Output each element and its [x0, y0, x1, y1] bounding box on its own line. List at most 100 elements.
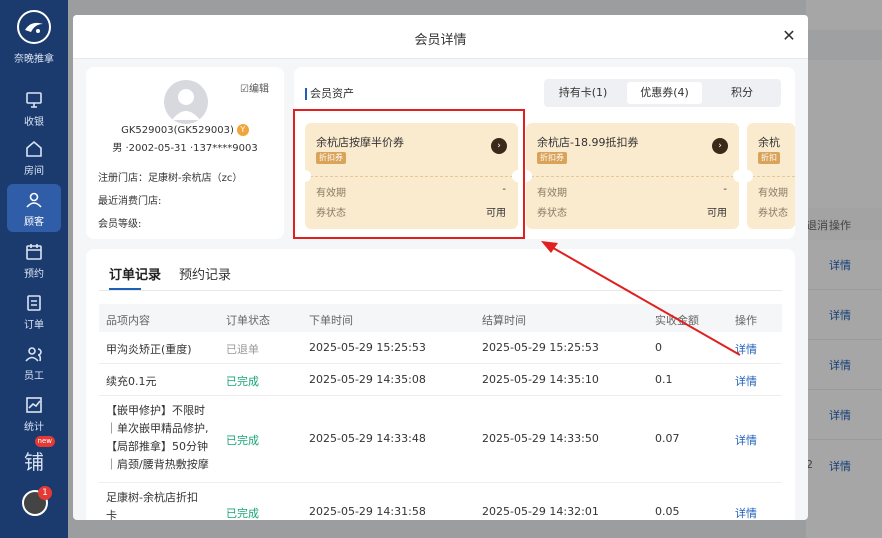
tab-order-records[interactable]: 订单记录 — [109, 264, 161, 283]
annotation-highlight-box — [293, 109, 525, 239]
coupon-notch — [747, 170, 753, 182]
brand: 奈晚推拿 — [0, 10, 68, 65]
cell-status: 已完成 — [226, 434, 259, 447]
item-line: ｜肩颈/腰背热敷按摩 — [106, 458, 209, 471]
col-order-time: 下单时间 — [309, 314, 353, 327]
item-line: 【局部推拿】50分钟 — [106, 440, 208, 453]
orders-table-header: 品项内容 订单状态 下单时间 结算时间 实收金额 操作 — [99, 304, 782, 332]
avatar — [164, 80, 208, 124]
table-row: 足康树-余杭店折扣 卡 已完成 2025-05-29 14:31:58 2025… — [99, 483, 782, 520]
cell-item: 甲沟炎矫正(重度) — [106, 343, 192, 356]
member-id: GK529003(GK529003) Y — [86, 124, 284, 136]
coupon-status-value: 可用 — [707, 208, 727, 219]
detail-link[interactable]: 详情 — [735, 432, 757, 448]
new-badge: new — [34, 436, 55, 447]
nav-item-customers[interactable]: 顾客 — [7, 184, 61, 232]
col-settle-time: 结算时间 — [482, 314, 526, 327]
modal-header: 会员详情 ✕ — [73, 15, 808, 59]
assets-title: 会员资产 — [305, 88, 354, 100]
cell-item: 足康树-余杭店折扣 卡 — [106, 489, 198, 520]
chart-icon — [26, 397, 42, 413]
item-line: ｜单次嵌甲精品修护, — [106, 422, 209, 435]
monitor-icon — [26, 92, 42, 108]
close-icon[interactable]: ✕ — [780, 27, 798, 45]
coupon-tag: 折扣券 — [537, 152, 567, 164]
coupon-name: 余杭 — [758, 136, 780, 149]
coupon-notch — [733, 170, 739, 182]
col-action: 操作 — [735, 314, 757, 327]
col-amount: 实收金额 — [655, 314, 699, 327]
chevron-right-icon[interactable]: › — [712, 138, 728, 154]
item-line: 卡 — [106, 509, 117, 520]
table-row: 【嵌甲修护】不限时 ｜单次嵌甲精品修护, 【局部推拿】50分钟 ｜肩颈/腰背热敷… — [99, 396, 782, 483]
cell-amount: 0 — [655, 341, 662, 354]
cell-order-time: 2025-05-29 14:35:08 — [309, 373, 426, 386]
detail-link[interactable]: 详情 — [735, 341, 757, 357]
nav-item-statistics[interactable]: 统计 — [7, 389, 61, 437]
user-avatar[interactable]: 1 — [22, 486, 52, 516]
nav-item-reservations[interactable]: 预约 — [7, 236, 61, 284]
item-line: 足康树-余杭店折扣 — [106, 491, 198, 504]
cell-order-time: 2025-05-29 14:33:48 — [309, 432, 426, 445]
nav-label: 顾客 — [24, 217, 44, 228]
nav-item-cashier[interactable]: 收银 — [7, 84, 61, 132]
tab-reservation-records[interactable]: 预约记录 — [179, 264, 231, 283]
member-id-text: GK529003(GK529003) — [121, 125, 234, 136]
coupon-divider — [747, 176, 795, 177]
notification-count-badge: 1 — [38, 486, 52, 500]
nav-label: 订单 — [24, 320, 44, 331]
tab-points[interactable]: 积分 — [708, 82, 776, 104]
member-info-card: ☑编辑 GK529003(GK529003) Y 男 ·2002-05-31 ·1… — [86, 67, 284, 239]
edit-button[interactable]: ☑编辑 — [240, 80, 269, 95]
tab-divider — [99, 290, 782, 291]
cell-amount: 0.1 — [655, 373, 673, 386]
vip-badge-icon: Y — [236, 124, 249, 136]
modal-title: 会员详情 — [414, 33, 467, 48]
coupon-status-label: 券状态 — [758, 208, 788, 219]
cell-order-time: 2025-05-29 15:25:53 — [309, 341, 426, 354]
table-row: 续充0.1元 已完成 2025-05-29 14:35:08 2025-05-2… — [99, 364, 782, 396]
cell-status: 已完成 — [226, 507, 259, 520]
coupon-card[interactable]: 余杭店-18.99抵扣券 折扣券 › 有效期 - 券状态 可用 — [526, 123, 739, 229]
cell-settle-time: 2025-05-29 14:32:01 — [482, 505, 599, 518]
nav-item-staff[interactable]: 员工 — [7, 338, 61, 386]
tab-coupons[interactable]: 优惠券(4) — [627, 82, 702, 104]
cell-amount: 0.07 — [655, 432, 680, 445]
coupon-validity-label: 有效期 — [537, 188, 567, 199]
cell-order-time: 2025-05-29 14:31:58 — [309, 505, 426, 518]
member-detail-modal: 会员详情 ✕ ☑编辑 GK529003(GK529003) Y 男 ·2002-0… — [73, 15, 808, 520]
coupon-validity-value: - — [723, 184, 727, 195]
cell-settle-time: 2025-05-29 15:25:53 — [482, 341, 599, 354]
nav-item-shop[interactable]: 铺 new — [7, 436, 61, 488]
cell-status: 已退单 — [226, 343, 259, 356]
coupon-status-label: 券状态 — [537, 208, 567, 219]
nav-label: 收银 — [24, 117, 44, 128]
staff-icon — [25, 347, 42, 362]
brand-name: 奈晚推拿 — [14, 54, 54, 65]
tab-cards[interactable]: 持有卡(1) — [547, 82, 619, 104]
detail-link[interactable]: 详情 — [735, 505, 757, 520]
nav-item-rooms[interactable]: 房间 — [7, 133, 61, 181]
asset-tabs: 持有卡(1) 优惠券(4) 积分 — [544, 79, 781, 107]
coupon-divider — [526, 176, 739, 177]
col-status: 订单状态 — [226, 314, 270, 327]
cell-settle-time: 2025-05-29 14:33:50 — [482, 432, 599, 445]
cell-status: 已完成 — [226, 375, 259, 388]
brand-logo-icon — [17, 10, 51, 44]
home-icon — [26, 140, 42, 157]
edit-icon: ☑ — [240, 84, 249, 95]
cell-settle-time: 2025-05-29 14:35:10 — [482, 373, 599, 386]
cell-item: 续充0.1元 — [106, 375, 157, 388]
user-icon — [26, 192, 42, 208]
order-icon — [27, 295, 41, 311]
member-level: 会员等级: — [98, 219, 142, 230]
member-gender-birth-phone: 男 ·2002-05-31 ·137****9003 — [112, 143, 258, 154]
nav-label: 预约 — [24, 269, 44, 280]
registered-store: 注册门店：足康树-余杭店（zc） — [98, 173, 243, 184]
nav-label: 员工 — [24, 371, 44, 382]
coupon-validity-label: 有效期 — [758, 188, 788, 199]
detail-link[interactable]: 详情 — [735, 373, 757, 389]
nav-item-orders[interactable]: 订单 — [7, 287, 61, 335]
coupon-card[interactable]: 余杭 折扣 有效期 券状态 — [747, 123, 795, 229]
col-item: 品项内容 — [106, 314, 150, 327]
